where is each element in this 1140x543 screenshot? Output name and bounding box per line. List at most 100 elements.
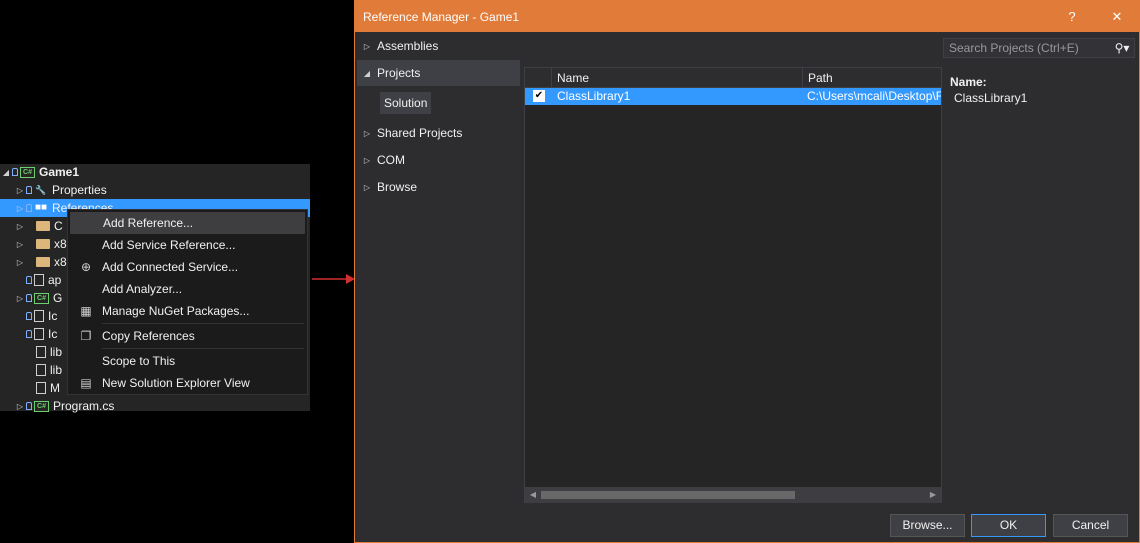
menu-item-add-reference[interactable]: Add Reference... <box>70 212 305 234</box>
scroll-left-icon[interactable]: ◀ <box>525 487 541 503</box>
nuget-icon: ▦ <box>80 304 92 318</box>
expand-icon: ▷ <box>363 41 371 51</box>
tree-item-properties[interactable]: ▷ 🔧 Properties <box>0 181 310 199</box>
dialog-nav: ▷ Assemblies ◢ Projects Solution ▷ Share… <box>355 32 520 512</box>
expand-icon[interactable]: ▷ <box>14 186 26 195</box>
menu-item-label: Manage NuGet Packages... <box>102 304 250 318</box>
references-icon: ■■ <box>34 202 48 213</box>
csharp-file-icon: C# <box>34 400 49 412</box>
nav-label: COM <box>377 153 405 167</box>
reference-manager-dialog: Reference Manager - Game1 ? ✕ ▷ Assembli… <box>354 0 1140 543</box>
menu-item-add-analyzer[interactable]: Add Analyzer... <box>70 278 305 300</box>
expand-icon[interactable]: ▷ <box>14 402 26 411</box>
project-name: Game1 <box>39 165 80 179</box>
tree-item-project[interactable]: ◢ C# Game1 <box>0 163 310 181</box>
menu-item-label: Add Connected Service... <box>102 260 239 274</box>
lock-icon <box>26 312 32 320</box>
column-header-name[interactable]: Name <box>551 68 801 88</box>
lock-icon <box>26 204 32 212</box>
expand-icon[interactable]: ▷ <box>14 294 26 303</box>
menu-item-new-solution-explorer-view[interactable]: ▤ New Solution Explorer View <box>70 372 305 394</box>
csharp-file-icon: C# <box>34 292 49 304</box>
project-list[interactable]: Name Path ✔ ClassLibrary1 C:\Users\mcali… <box>524 67 942 503</box>
menu-item-label: Add Reference... <box>103 216 194 230</box>
menu-item-label: New Solution Explorer View <box>102 376 250 390</box>
nav-label: Solution <box>384 96 428 110</box>
table-row[interactable]: ✔ ClassLibrary1 C:\Users\mcali\Desktop\F <box>525 88 941 105</box>
lock-icon <box>26 330 32 338</box>
menu-item-label: Scope to This <box>102 354 176 368</box>
nav-assemblies[interactable]: ▷ Assemblies <box>357 33 520 59</box>
tree-item-label: G <box>53 291 63 305</box>
details-label: Name: <box>950 75 987 89</box>
tree-item-file[interactable]: ▷ C# Program.cs <box>0 397 310 415</box>
tree-item-label: x8 <box>54 255 67 269</box>
lock-icon <box>26 276 32 284</box>
column-header-path[interactable]: Path <box>802 68 942 88</box>
lock-icon <box>26 294 32 302</box>
tree-item-label: Ic <box>48 309 58 323</box>
folder-icon <box>36 221 50 231</box>
menu-separator <box>102 323 304 324</box>
scroll-right-icon[interactable]: ▶ <box>925 487 941 503</box>
menu-item-add-service-reference[interactable]: Add Service Reference... <box>70 234 305 256</box>
copy-icon: ❐ <box>80 329 92 343</box>
nav-shared-projects[interactable]: ▷ Shared Projects <box>357 120 520 146</box>
nav-projects[interactable]: ◢ Projects <box>357 60 520 86</box>
nav-label: Projects <box>377 66 421 80</box>
menu-item-label: Add Service Reference... <box>102 238 236 252</box>
new-view-icon: ▤ <box>80 376 92 390</box>
expand-icon: ▷ <box>363 155 371 165</box>
reference-checkbox[interactable]: ✔ <box>533 90 545 102</box>
expand-icon[interactable]: ▷ <box>14 222 26 231</box>
expand-icon: ▷ <box>363 128 371 138</box>
close-button[interactable]: ✕ <box>1102 1 1132 32</box>
menu-item-scope-to-this[interactable]: Scope to This <box>70 350 305 372</box>
lock-icon <box>12 168 18 176</box>
search-placeholder: Search Projects (Ctrl+E) <box>949 41 1079 55</box>
library-file-icon <box>36 364 46 376</box>
tree-item-label: M <box>50 381 60 395</box>
lock-icon <box>26 402 32 410</box>
collapse-icon[interactable]: ◢ <box>0 168 12 177</box>
nav-browse[interactable]: ▷ Browse <box>357 174 520 200</box>
details-value: ClassLibrary1 <box>954 91 1028 105</box>
lock-icon <box>26 186 32 194</box>
expand-icon[interactable]: ▷ <box>14 258 26 267</box>
expand-icon[interactable]: ▷ <box>14 240 26 249</box>
dialog-titlebar[interactable]: Reference Manager - Game1 ? ✕ <box>355 1 1139 32</box>
help-button[interactable]: ? <box>1057 1 1087 32</box>
row-path: C:\Users\mcali\Desktop\F <box>807 89 941 103</box>
search-icon[interactable]: ⚲▾ <box>1110 41 1134 55</box>
search-input[interactable]: Search Projects (Ctrl+E) ⚲▾ <box>943 38 1135 58</box>
scrollbar-thumb[interactable] <box>541 491 795 499</box>
wrench-icon: 🔧 <box>35 185 47 195</box>
red-arrow-icon <box>312 274 355 284</box>
menu-item-add-connected-service[interactable]: ⊕ Add Connected Service... <box>70 256 305 278</box>
tree-item-label: C <box>54 219 63 233</box>
content-file-icon <box>36 382 46 394</box>
menu-item-label: Copy References <box>102 329 195 343</box>
nav-label: Shared Projects <box>377 126 463 140</box>
list-header: Name Path <box>525 68 941 88</box>
nav-solution[interactable]: Solution <box>380 92 432 114</box>
menu-item-copy-references[interactable]: ❐ Copy References <box>70 325 305 347</box>
cancel-button[interactable]: Cancel <box>1053 514 1128 537</box>
ok-button[interactable]: OK <box>971 514 1046 537</box>
dialog-title: Reference Manager - Game1 <box>363 9 520 24</box>
config-file-icon <box>34 274 44 286</box>
browse-button[interactable]: Browse... <box>890 514 965 537</box>
image-file-icon <box>34 328 44 340</box>
csharp-project-icon: C# <box>20 166 35 178</box>
library-file-icon <box>36 346 46 358</box>
image-file-icon <box>34 310 44 322</box>
nav-label: Assemblies <box>377 39 439 53</box>
menu-item-manage-nuget[interactable]: ▦ Manage NuGet Packages... <box>70 300 305 322</box>
horizontal-scrollbar[interactable]: ◀ ▶ <box>525 487 941 503</box>
folder-icon <box>36 257 50 267</box>
expand-icon[interactable]: ▷ <box>14 204 26 213</box>
tree-item-label: Properties <box>52 183 107 197</box>
tree-item-label: lib <box>50 363 63 377</box>
nav-com[interactable]: ▷ COM <box>357 147 520 173</box>
menu-separator <box>102 348 304 349</box>
